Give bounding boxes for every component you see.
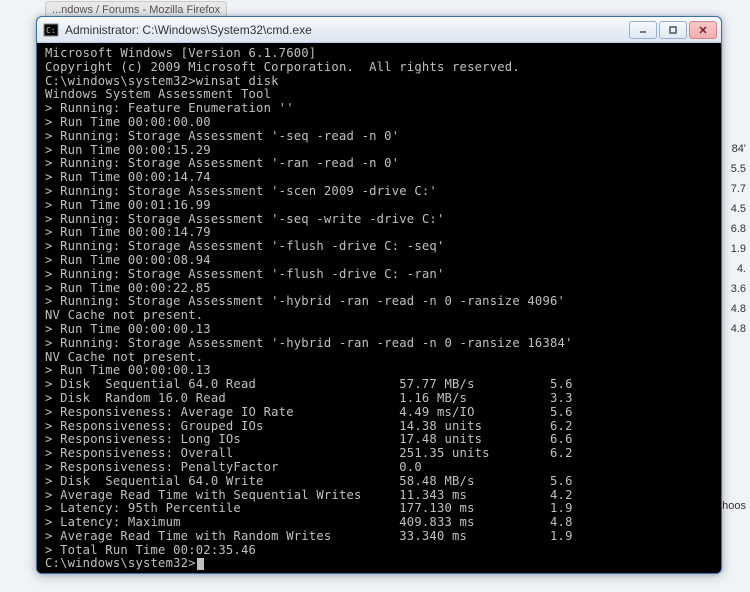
console-line: Copyright (c) 2009 Microsoft Corporation… [45,61,713,75]
window-buttons [629,21,717,39]
window-title: Administrator: C:\Windows\System32\cmd.e… [65,23,629,37]
console-line: > Running: Storage Assessment '-hybrid -… [45,295,713,309]
titlebar[interactable]: C: Administrator: C:\Windows\System32\cm… [37,17,721,43]
console-line: > Disk Sequential 64.0 Write 58.48 MB/s … [45,475,713,489]
console-line: > Responsiveness: Long IOs 17.48 units 6… [45,433,713,447]
console-line: > Running: Storage Assessment '-scen 200… [45,185,713,199]
console-line: > Disk Random 16.0 Read 1.16 MB/s 3.3 [45,392,713,406]
console-line: > Running: Storage Assessment '-seq -rea… [45,130,713,144]
console-line: > Average Read Time with Random Writes 3… [45,530,713,544]
console-line: C:\windows\system32>winsat disk [45,75,713,89]
console-line: Windows System Assessment Tool [45,88,713,102]
console-line: > Responsiveness: Average IO Rate 4.49 m… [45,406,713,420]
console-line: > Running: Storage Assessment '-flush -d… [45,268,713,282]
close-button[interactable] [689,21,717,39]
console-line: > Responsiveness: Grouped IOs 14.38 unit… [45,420,713,434]
svg-text:C:: C: [46,26,56,35]
console-line: > Run Time 00:00:22.85 [45,282,713,296]
console-line: NV Cache not present. [45,351,713,365]
console-line: > Latency: Maximum 409.833 ms 4.8 [45,516,713,530]
console-line: > Running: Storage Assessment '-seq -wri… [45,213,713,227]
console-line: > Running: Storage Assessment '-ran -rea… [45,157,713,171]
console-line: > Average Read Time with Sequential Writ… [45,489,713,503]
console-line: > Run Time 00:00:14.79 [45,226,713,240]
console-line: Microsoft Windows [Version 6.1.7600] [45,47,713,61]
console-line: > Run Time 00:00:00.00 [45,116,713,130]
console-line: > Running: Storage Assessment '-flush -d… [45,240,713,254]
console-line: > Responsiveness: Overall 251.35 units 6… [45,447,713,461]
console-line: > Run Time 00:01:16.99 [45,199,713,213]
minimize-button[interactable] [629,21,657,39]
cmd-window: C: Administrator: C:\Windows\System32\cm… [36,16,722,574]
console-line: C:\windows\system32> [45,557,713,571]
console-line: > Running: Storage Assessment '-hybrid -… [45,337,713,351]
cursor [197,558,204,570]
console-output[interactable]: Microsoft Windows [Version 6.1.7600]Copy… [37,43,721,573]
console-line: > Run Time 00:00:00.13 [45,323,713,337]
console-line: > Total Run Time 00:02:35.46 [45,544,713,558]
console-line: NV Cache not present. [45,309,713,323]
console-line: > Run Time 00:00:14.74 [45,171,713,185]
cmd-icon: C: [43,22,59,38]
console-line: > Run Time 00:00:08.94 [45,254,713,268]
console-line: > Responsiveness: PenaltyFactor 0.0 [45,461,713,475]
console-line: > Run Time 00:00:00.13 [45,364,713,378]
console-line: > Running: Feature Enumeration '' [45,102,713,116]
console-line: > Run Time 00:00:15.29 [45,144,713,158]
maximize-button[interactable] [659,21,687,39]
console-line: > Latency: 95th Percentile 177.130 ms 1.… [45,502,713,516]
console-line: > Disk Sequential 64.0 Read 57.77 MB/s 5… [45,378,713,392]
